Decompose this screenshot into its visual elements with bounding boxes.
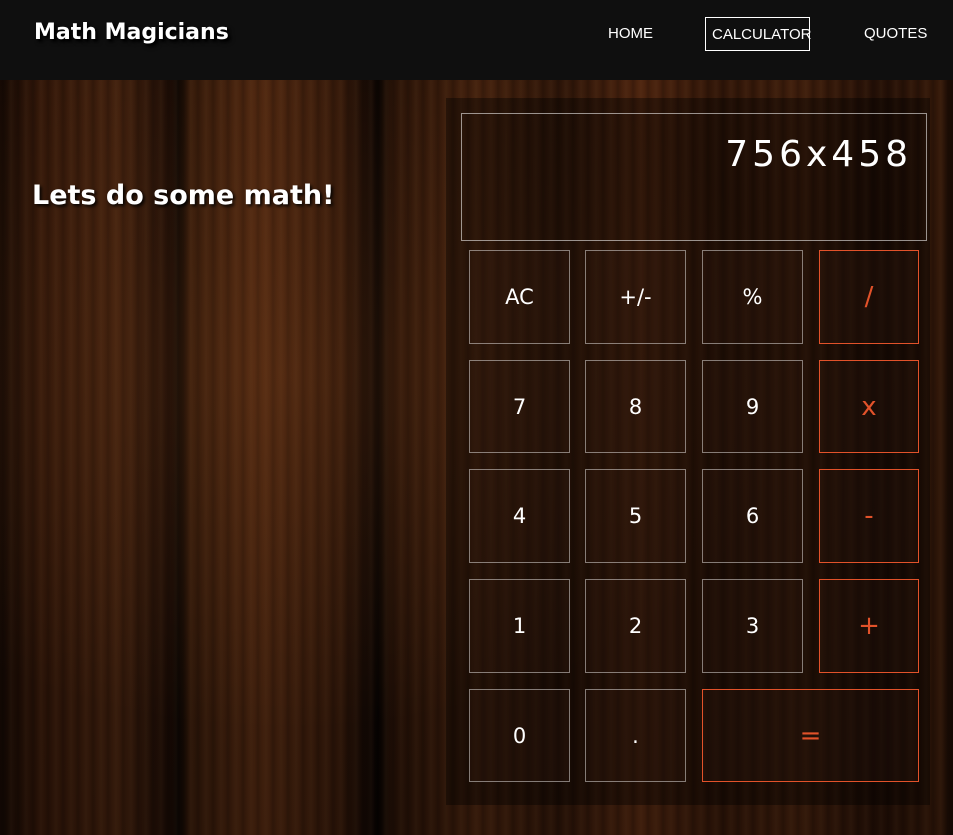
page-headline: Lets do some math! bbox=[32, 180, 335, 211]
sign-toggle-button[interactable]: +/- bbox=[585, 250, 686, 344]
divide-button[interactable]: / bbox=[819, 250, 919, 344]
calculator: 756x458 AC +/- % / 7 8 9 x 4 5 6 - 1 2 3… bbox=[446, 98, 930, 805]
decimal-button[interactable]: . bbox=[585, 689, 686, 782]
equals-button[interactable]: = bbox=[702, 689, 919, 782]
percent-button[interactable]: % bbox=[702, 250, 803, 344]
digit-5-button[interactable]: 5 bbox=[585, 469, 686, 563]
subtract-button[interactable]: - bbox=[819, 469, 919, 563]
navbar: Math Magicians HOME CALCULATOR QUOTES bbox=[0, 0, 953, 80]
multiply-button[interactable]: x bbox=[819, 360, 919, 453]
ac-button[interactable]: AC bbox=[469, 250, 570, 344]
digit-9-button[interactable]: 9 bbox=[702, 360, 803, 453]
calculator-display: 756x458 bbox=[461, 113, 927, 241]
digit-6-button[interactable]: 6 bbox=[702, 469, 803, 563]
digit-0-button[interactable]: 0 bbox=[469, 689, 570, 782]
digit-8-button[interactable]: 8 bbox=[585, 360, 686, 453]
nav-calculator-link[interactable]: CALCULATOR bbox=[705, 17, 811, 51]
brand-logo[interactable]: Math Magicians bbox=[34, 20, 229, 45]
digit-1-button[interactable]: 1 bbox=[469, 579, 570, 673]
digit-3-button[interactable]: 3 bbox=[702, 579, 803, 673]
digit-4-button[interactable]: 4 bbox=[469, 469, 570, 563]
nav-quotes-link[interactable]: QUOTES bbox=[858, 17, 933, 51]
add-button[interactable]: + bbox=[819, 579, 919, 673]
digit-7-button[interactable]: 7 bbox=[469, 360, 570, 453]
nav-home-link[interactable]: HOME bbox=[602, 17, 659, 51]
digit-2-button[interactable]: 2 bbox=[585, 579, 686, 673]
